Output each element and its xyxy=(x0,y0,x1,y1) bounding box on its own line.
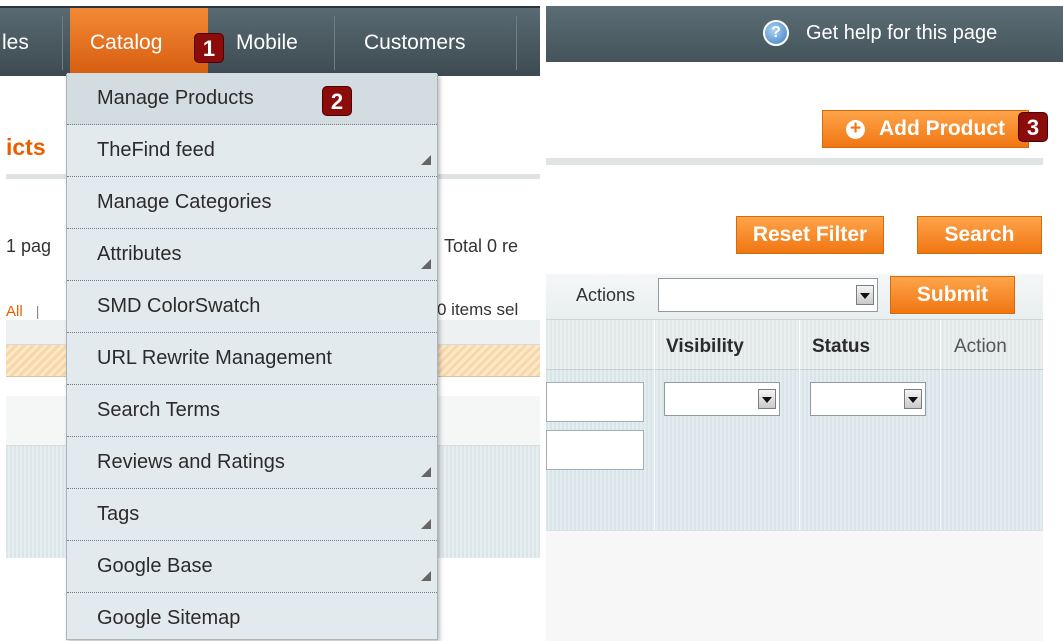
nav-divider xyxy=(334,16,335,70)
page-title: icts xyxy=(6,134,46,160)
menu-item-label: Search Terms xyxy=(97,399,221,421)
add-product-button[interactable]: + Add Product xyxy=(822,110,1029,148)
status-filter-select[interactable] xyxy=(810,382,926,416)
menu-item-manage-products[interactable]: Manage Products xyxy=(67,73,437,125)
nav-item-sales-partial[interactable]: les xyxy=(0,8,58,76)
select-all-link[interactable]: All | xyxy=(6,300,39,321)
submenu-arrow-icon xyxy=(421,519,431,529)
catalog-dropdown-menu: Manage Products TheFind feed Manage Catego… xyxy=(66,73,438,641)
nav-item-mobile[interactable]: Mobile xyxy=(228,8,332,76)
help-link[interactable]: Get help for this page xyxy=(806,22,997,45)
admin-screen-right: ? Get help for this page + Add Product 3 … xyxy=(546,0,1063,641)
menu-item-label: SMD ColorSwatch xyxy=(97,295,261,317)
menu-item-search-terms[interactable]: Search Terms xyxy=(67,385,437,437)
add-product-label: Add Product xyxy=(879,117,1005,140)
grid-empty-area xyxy=(546,530,1043,641)
admin-screen-left: les Catalog Mobile Customers 1 icts 1 pa… xyxy=(0,0,540,641)
menu-item-label: Reviews and Ratings xyxy=(97,451,285,473)
menu-item-tags[interactable]: Tags xyxy=(67,489,437,541)
nav-divider xyxy=(62,16,63,70)
nav-item-catalog[interactable]: Catalog xyxy=(70,8,208,76)
column-divider xyxy=(799,370,800,530)
submenu-arrow-icon xyxy=(421,467,431,477)
menu-item-reviews-and-ratings[interactable]: Reviews and Ratings xyxy=(67,437,437,489)
step-badge-1: 1 xyxy=(194,33,224,63)
menu-item-manage-categories[interactable]: Manage Categories xyxy=(67,177,437,229)
column-divider xyxy=(799,320,800,370)
nav-divider xyxy=(516,16,517,70)
massaction-bar: Actions Submit xyxy=(546,274,1043,320)
menu-item-label: Attributes xyxy=(97,243,182,265)
column-header-visibility[interactable]: Visibility xyxy=(666,336,744,358)
link-separator: | xyxy=(35,303,40,319)
menu-item-label: Google Base xyxy=(97,555,213,577)
menu-item-label: URL Rewrite Management xyxy=(97,347,332,369)
nav-item-customers[interactable]: Customers xyxy=(344,8,514,76)
help-icon[interactable]: ? xyxy=(763,20,789,46)
step-badge-2: 2 xyxy=(322,86,352,116)
grid-header: Visibility Status Action xyxy=(546,320,1043,370)
select-all-label: All xyxy=(6,303,23,320)
chevron-down-icon[interactable] xyxy=(904,389,922,409)
submenu-arrow-icon xyxy=(421,571,431,581)
nav-label: les xyxy=(2,31,29,54)
nav-label: Customers xyxy=(364,31,466,54)
chevron-down-icon[interactable] xyxy=(856,285,874,305)
chevron-down-icon[interactable] xyxy=(758,389,776,409)
top-navigation-bar: les Catalog Mobile Customers xyxy=(0,6,540,76)
menu-item-smd-colorswatch[interactable]: SMD ColorSwatch xyxy=(67,281,437,333)
actions-select[interactable] xyxy=(658,278,878,312)
filter-text-input[interactable] xyxy=(546,430,644,470)
search-button[interactable]: Search xyxy=(917,216,1042,254)
menu-item-label: Manage Products xyxy=(97,87,254,109)
column-header-action: Action xyxy=(954,336,1007,357)
header-help-bar: ? Get help for this page xyxy=(546,6,1063,62)
filter-text-input[interactable] xyxy=(546,382,644,422)
step-badge-3: 3 xyxy=(1018,112,1048,142)
menu-item-thefind-feed[interactable]: TheFind feed xyxy=(67,125,437,177)
column-divider xyxy=(654,320,655,370)
submenu-arrow-icon xyxy=(421,155,431,165)
title-divider xyxy=(546,158,1043,165)
menu-item-url-rewrite-management[interactable]: URL Rewrite Management xyxy=(67,333,437,385)
column-header-status[interactable]: Status xyxy=(812,336,870,358)
total-records-text: Total 0 re xyxy=(444,236,519,256)
column-divider xyxy=(940,370,941,530)
pager-text: 1 pag xyxy=(6,236,52,256)
menu-item-label: Manage Categories xyxy=(97,191,272,213)
column-divider xyxy=(940,320,941,370)
nav-label: Catalog xyxy=(90,31,163,54)
menu-item-google-base[interactable]: Google Base xyxy=(67,541,437,593)
nav-label: Mobile xyxy=(236,31,298,54)
reset-filter-button[interactable]: Reset Filter xyxy=(736,216,884,254)
submenu-arrow-icon xyxy=(421,259,431,269)
plus-icon: + xyxy=(846,119,865,139)
submit-button[interactable]: Submit xyxy=(890,276,1015,314)
items-selected-text: 0 items sel xyxy=(437,300,519,319)
filter-row xyxy=(546,370,1043,530)
visibility-filter-select[interactable] xyxy=(664,382,780,416)
menu-item-attributes[interactable]: Attributes xyxy=(67,229,437,281)
actions-label: Actions xyxy=(576,285,636,305)
menu-item-label: TheFind feed xyxy=(97,139,215,161)
menu-item-label: Tags xyxy=(97,503,140,525)
menu-item-label: Google Sitemap xyxy=(97,607,241,629)
column-divider xyxy=(654,370,655,530)
menu-item-google-sitemap[interactable]: Google Sitemap xyxy=(67,593,437,641)
